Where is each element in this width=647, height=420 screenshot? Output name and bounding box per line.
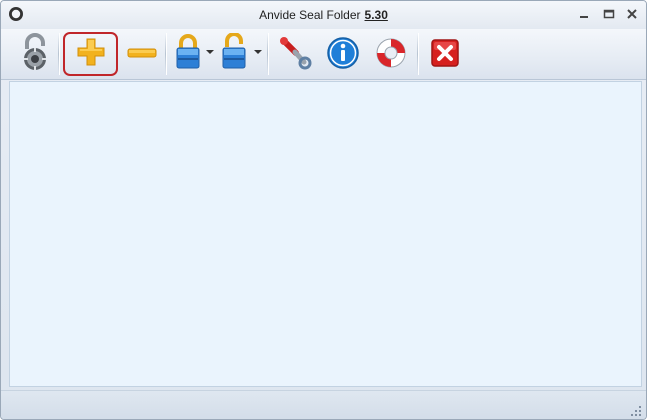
lifebuoy-icon [376,38,406,68]
title-bar[interactable]: Anvide Seal Folder 5.30 [1,1,646,29]
about-button[interactable] [323,31,363,75]
status-bar [1,390,646,419]
close-access-dropdown-arrow[interactable] [206,50,214,54]
info-icon [327,37,359,69]
window-title: Anvide Seal Folder 5.30 [1,8,646,22]
open-lock-icon [222,33,246,69]
close-access-button[interactable] [171,31,205,75]
remove-folder-button[interactable] [122,31,162,75]
close-window-button[interactable] [624,7,640,21]
add-folder-button[interactable] [68,31,114,75]
open-access-button[interactable] [217,31,251,75]
app-name: Anvide Seal Folder [259,8,361,22]
app-window: Anvide Seal Folder 5.30 [0,0,647,420]
wrench-icon [280,37,312,70]
toolbar-separator [267,33,269,75]
exit-button[interactable] [425,31,465,75]
maximize-button[interactable] [601,7,617,21]
toolbar-separator [165,33,167,75]
minimize-button[interactable] [576,7,592,21]
folder-list[interactable] [9,81,642,387]
padlock-open-icon [24,33,46,70]
minus-icon [127,48,157,58]
toolbar [1,29,646,80]
plus-icon [77,38,105,66]
toolbar-separator [417,33,419,75]
app-version[interactable]: 5.30 [365,8,388,22]
lock-program-button[interactable] [17,31,53,75]
toolbar-separator [58,33,60,75]
help-button[interactable] [371,31,411,75]
close-x-icon [431,39,459,67]
closed-lock-icon [176,34,200,69]
resize-grip-icon[interactable] [630,405,642,417]
open-access-dropdown-arrow[interactable] [254,50,262,54]
settings-button[interactable] [275,31,315,75]
